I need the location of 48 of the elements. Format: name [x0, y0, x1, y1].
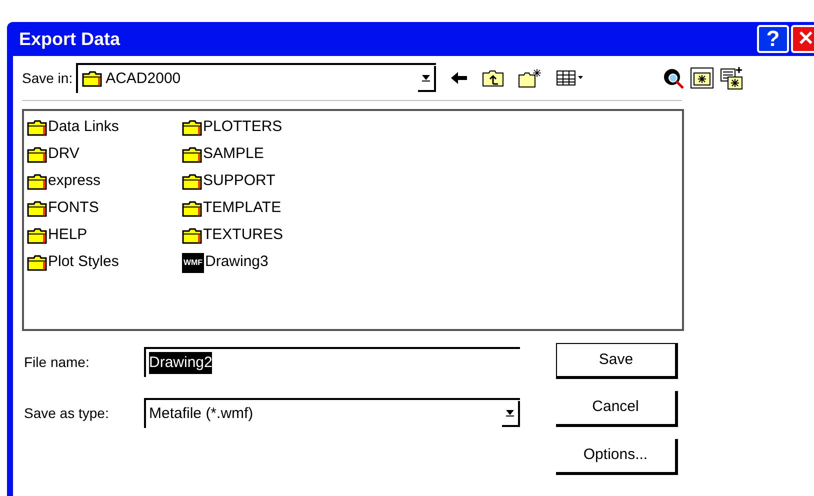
add-file-icon[interactable]: [720, 66, 744, 90]
dropdown-arrow-icon[interactable]: [502, 401, 520, 427]
file-item-label[interactable]: PLOTTERS: [203, 116, 282, 139]
file-item-label[interactable]: FONTS: [48, 197, 99, 220]
save-in-label: Save in:: [22, 68, 73, 88]
folder-icon: [27, 174, 47, 190]
folder-icon: [182, 174, 202, 190]
file-item-label[interactable]: Plot Styles: [48, 251, 119, 274]
folder-icon: [27, 200, 47, 216]
file-name-field[interactable]: Drawing2: [144, 347, 520, 377]
dialog-button[interactable]: Cancel: [556, 391, 678, 427]
file-item-label[interactable]: express: [48, 170, 101, 193]
back-arrow-icon[interactable]: [450, 71, 468, 85]
file-item-label[interactable]: HELP: [48, 224, 88, 247]
file-item-label[interactable]: SAMPLE: [203, 143, 264, 166]
dropdown-arrow-icon[interactable]: [418, 66, 436, 92]
folder-icon: [27, 146, 47, 162]
save-as-type-value: Metafile (*.wmf): [149, 404, 254, 424]
save-as-type-label: Save as type:: [24, 404, 110, 423]
new-folder-icon[interactable]: [518, 68, 542, 88]
file-item-label[interactable]: Data Links: [48, 116, 119, 139]
folder-icon: [82, 71, 102, 87]
folder-icon: [182, 228, 202, 244]
wmf-file-icon: WMF: [182, 252, 204, 272]
help-button[interactable]: ?: [757, 25, 789, 53]
folder-icon: [27, 254, 47, 270]
window-title: Export Data: [19, 28, 120, 51]
magnifier-icon[interactable]: [662, 67, 684, 89]
up-folder-icon[interactable]: [482, 69, 504, 87]
close-button[interactable]: ✕: [791, 25, 814, 53]
file-item-label[interactable]: SUPPORT: [203, 170, 276, 193]
dialog-button[interactable]: Save: [556, 343, 678, 379]
folder-icon: [182, 146, 202, 162]
file-name-value: Drawing2: [149, 352, 212, 374]
dialog-button[interactable]: Options...: [556, 439, 678, 475]
folder-icon: [182, 200, 202, 216]
view-menu-icon[interactable]: [556, 70, 584, 86]
file-item-label[interactable]: DRV: [48, 143, 80, 166]
save-in-value: ACAD2000: [106, 68, 181, 89]
file-item-label[interactable]: TEMPLATE: [203, 197, 282, 220]
folder-icon: [182, 120, 202, 136]
file-name-label: File name:: [24, 352, 90, 372]
save-as-type-dropdown[interactable]: Metafile (*.wmf): [144, 398, 520, 428]
file-item-label[interactable]: Drawing3: [205, 251, 268, 274]
save-in-dropdown[interactable]: ACAD2000: [76, 63, 436, 93]
file-item-label[interactable]: TEXTURES: [203, 224, 284, 247]
folder-icon: [27, 228, 47, 244]
folder-icon: [27, 120, 47, 136]
